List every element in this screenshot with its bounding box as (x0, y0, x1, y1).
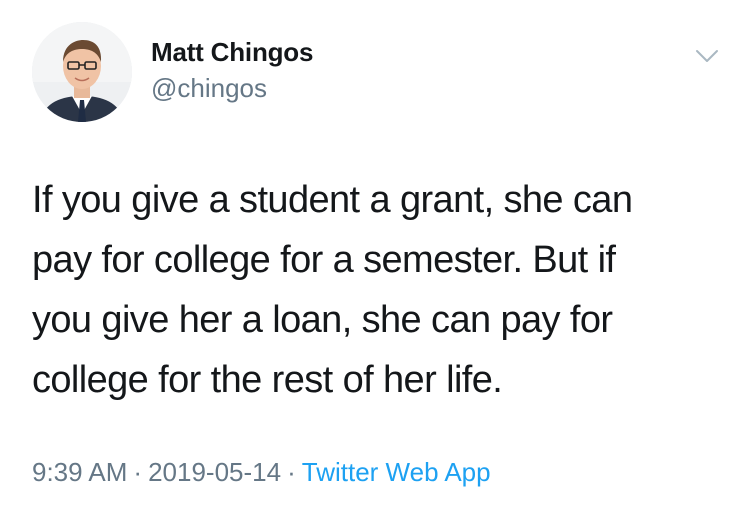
tweet-meta: 9:39 AM · 2019-05-14 · Twitter Web App (32, 456, 491, 488)
author-name[interactable]: Matt Chingos (151, 36, 313, 68)
chevron-down-icon[interactable] (694, 47, 720, 65)
author-handle[interactable]: @chingos (151, 72, 313, 104)
tweet-time[interactable]: 9:39 AM (32, 457, 127, 487)
avatar-photo (32, 22, 132, 122)
tweet-line: If you give a student a grant, she can (32, 179, 633, 221)
tweet-line: you give her a loan, she can pay for (32, 299, 613, 341)
meta-separator: · (133, 457, 143, 487)
tweet-text: If you give a student a grant, she can p… (32, 170, 722, 410)
meta-separator: · (287, 457, 296, 487)
tweet-card: Matt Chingos @chingos If you give a stud… (0, 0, 738, 510)
tweet-line: college for the rest of her life. (32, 359, 503, 401)
tweet-date[interactable]: 2019-05-14 (148, 457, 281, 487)
tweet-line: pay for college for a semester. But if (32, 239, 616, 281)
avatar[interactable] (32, 22, 132, 122)
tweet-source-link[interactable]: Twitter Web App (302, 457, 491, 487)
author-info: Matt Chingos @chingos (151, 36, 313, 104)
